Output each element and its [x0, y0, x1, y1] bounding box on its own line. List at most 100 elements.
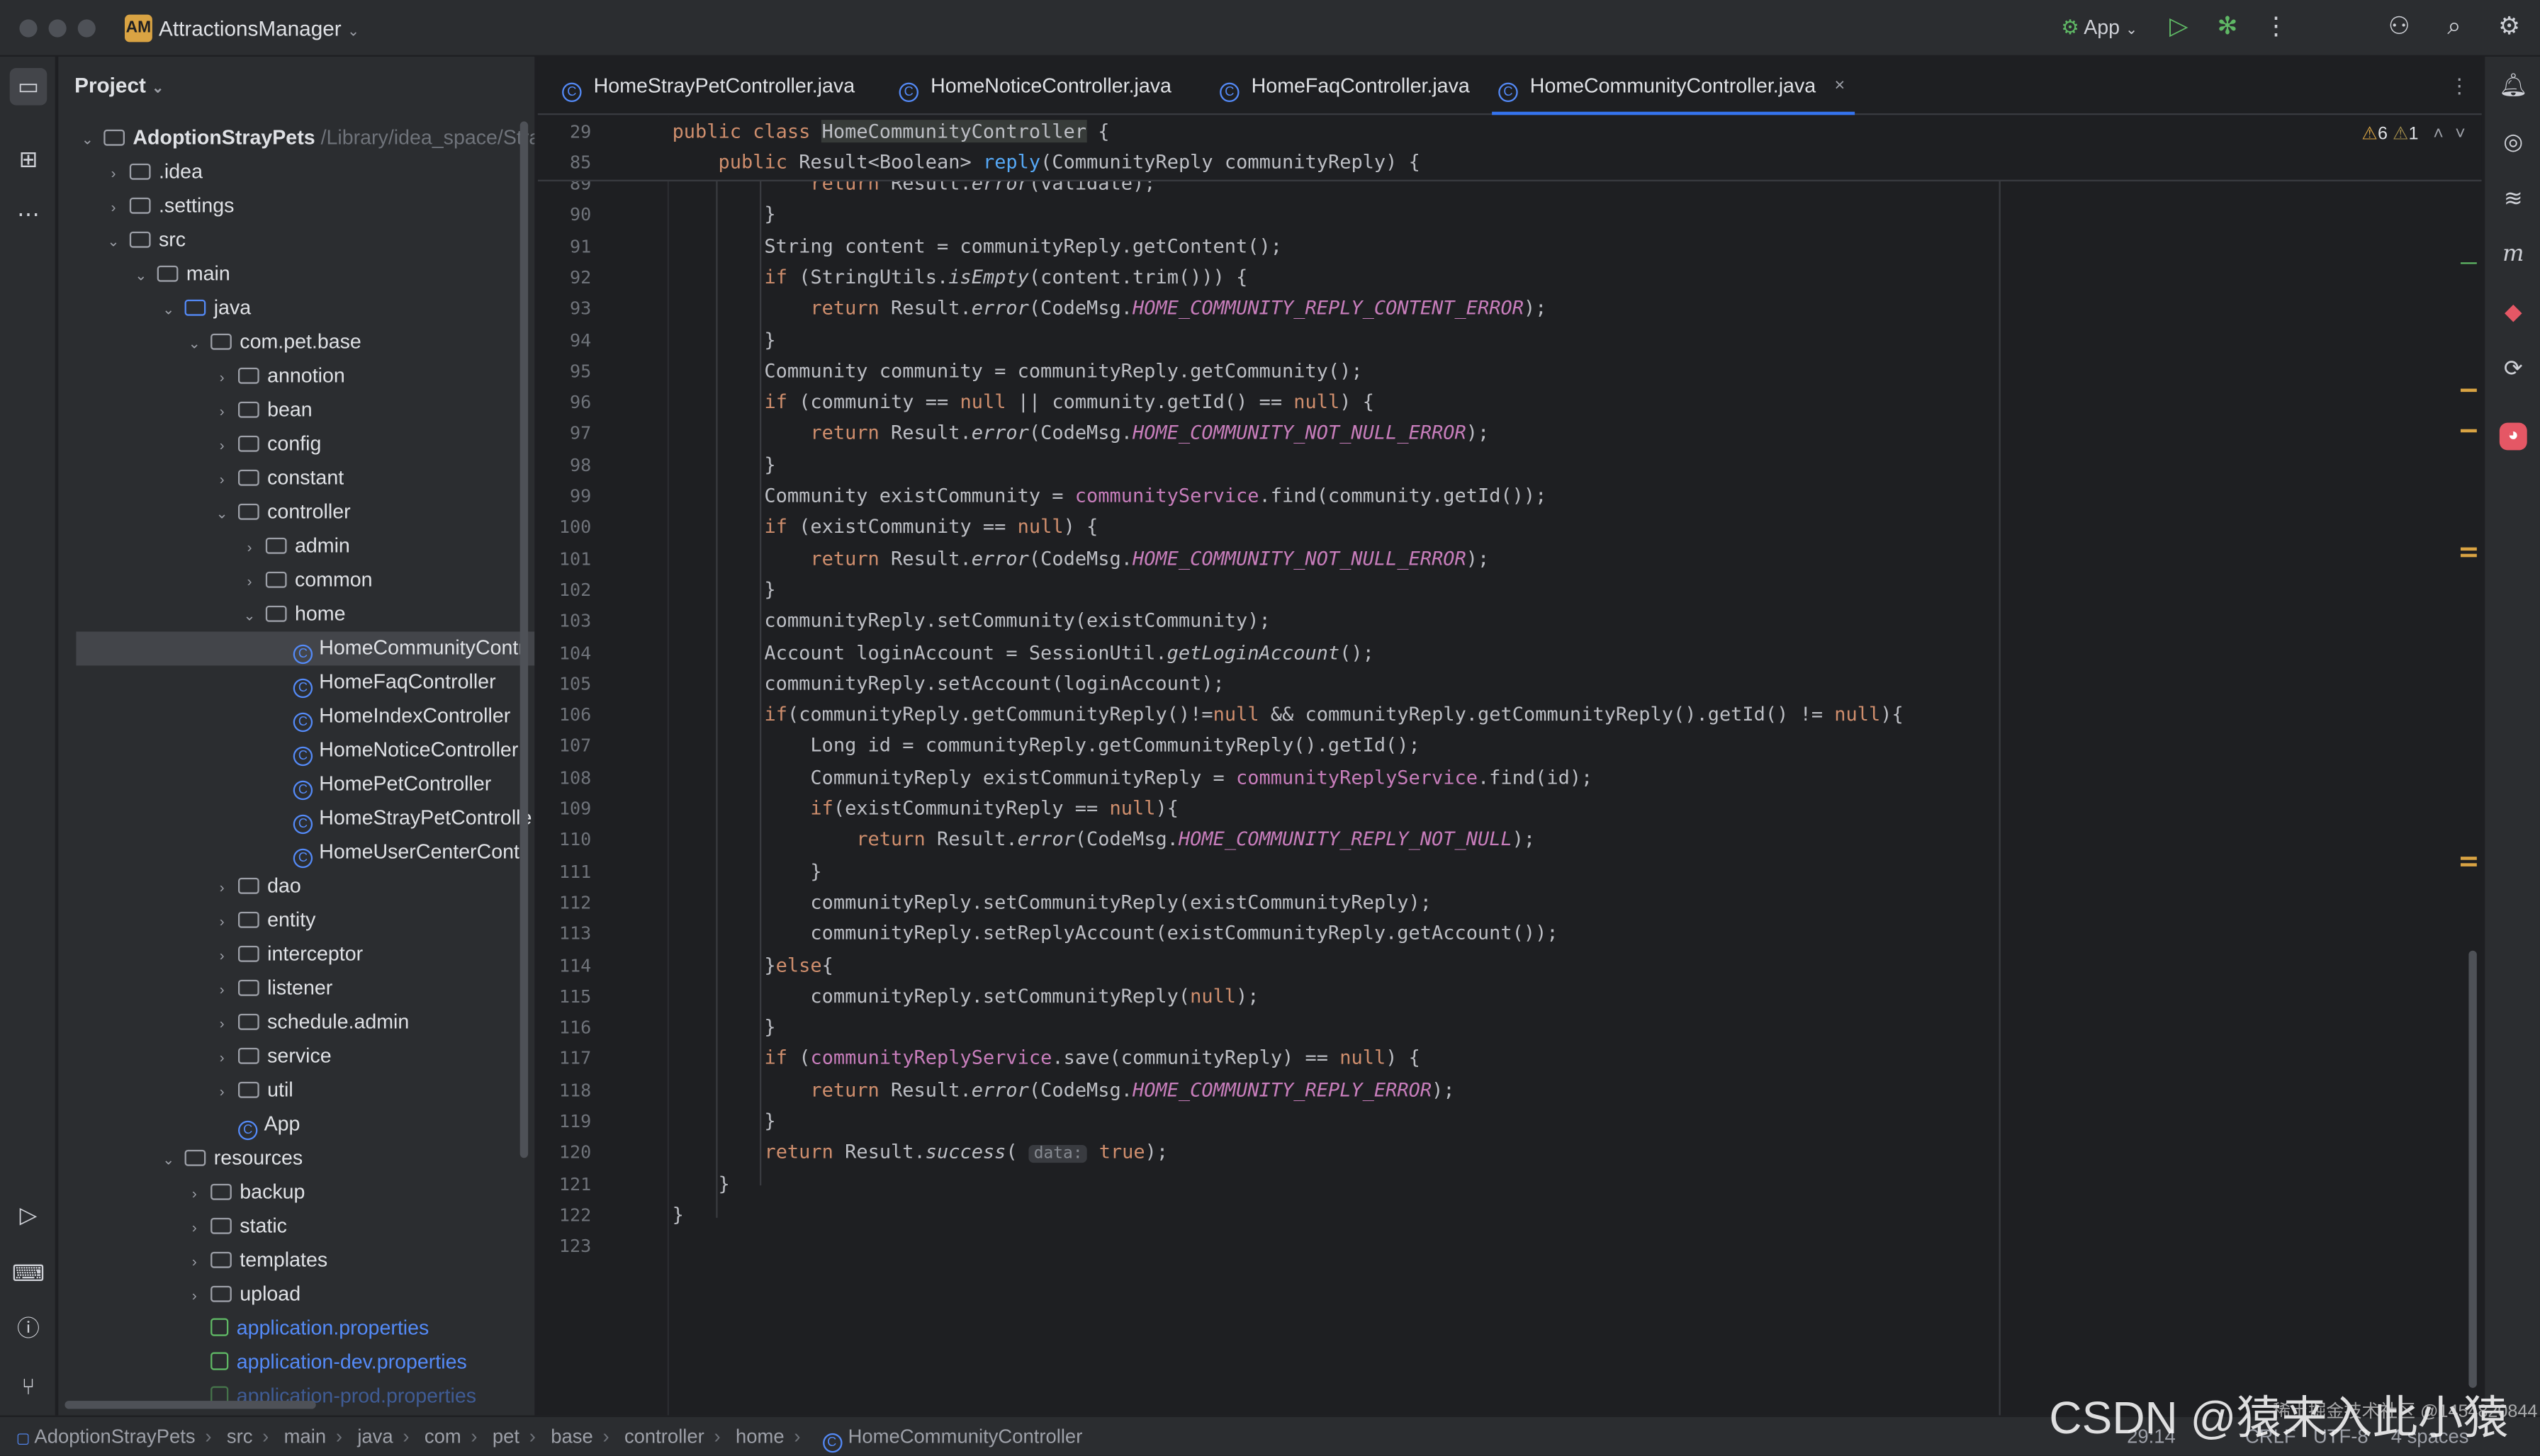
tree-item-static[interactable]: › static	[58, 1209, 534, 1243]
breadcrumb-item[interactable]: java	[357, 1425, 393, 1447]
tree-item-homefaqcontroller[interactable]: C HomeFaqController	[58, 665, 534, 699]
git-icon[interactable]: ⑂	[10, 1368, 47, 1406]
tree-item-upload[interactable]: › upload	[58, 1277, 534, 1311]
tree-item-controller[interactable]: ⌄ controller	[58, 495, 534, 529]
tree-item-backup[interactable]: › backup	[58, 1175, 534, 1209]
breadcrumb-item[interactable]: HomeCommunityController	[848, 1425, 1083, 1447]
tree-item-util[interactable]: › util	[58, 1073, 534, 1107]
tab-homestraypetcontroller[interactable]: C HomeStrayPetController.java	[556, 57, 855, 115]
warning-marker[interactable]	[2460, 553, 2477, 558]
tab-homenoticecontroller[interactable]: C HomeNoticeController.java	[892, 57, 1171, 115]
project-vertical-scrollbar[interactable]	[519, 121, 529, 1158]
tree-item-listener[interactable]: › listener	[58, 971, 534, 1005]
project-folder-icon[interactable]: ▭	[9, 67, 47, 106]
breadcrumb-item[interactable]: AdoptionStrayPets	[34, 1425, 195, 1447]
breadcrumb-item[interactable]: controller	[624, 1425, 704, 1447]
run-config-selector[interactable]: ⚙ App ⌄	[2051, 11, 2148, 44]
tree-item-home[interactable]: ⌄ home	[58, 597, 534, 631]
tree-item-java[interactable]: ⌄ java	[58, 291, 534, 325]
warning-marker[interactable]	[2460, 429, 2477, 433]
tab-options-icon[interactable]: ⋮	[2449, 57, 2470, 115]
folder-icon	[210, 1183, 232, 1200]
inspection-widget[interactable]: ⚠6 ⚠1 ˄ ˅	[2361, 123, 2465, 144]
tree-item-service[interactable]: › service	[58, 1039, 534, 1073]
tab-homefaqcontroller[interactable]: C HomeFaqController.java	[1213, 57, 1470, 115]
tree-item-dao[interactable]: › dao	[58, 869, 534, 903]
warning-marker[interactable]	[2460, 857, 2477, 860]
settings-icon[interactable]: ⚙	[2495, 11, 2524, 44]
editor-scrollbar[interactable]	[2468, 950, 2477, 1388]
chevron-down-icon: ⌄	[81, 131, 94, 147]
plugin-icon[interactable]: ◆	[2495, 293, 2532, 331]
code-review-icon[interactable]: ⟳	[2495, 350, 2532, 388]
tree-item-templates[interactable]: › templates	[58, 1243, 534, 1277]
search-icon[interactable]: ⌕	[2439, 11, 2468, 44]
change-marker[interactable]	[2460, 262, 2477, 264]
project-badge[interactable]: AM	[124, 14, 152, 43]
breadcrumb-item[interactable]: pet	[493, 1425, 519, 1447]
tree-item-package[interactable]: ⌄ com.pet.base	[58, 325, 534, 359]
tree-item-common[interactable]: › common	[58, 563, 534, 597]
project-horizontal-scrollbar[interactable]	[64, 1401, 316, 1409]
notifications-icon[interactable]: 🔔︎	[2495, 67, 2532, 104]
more-tools-icon[interactable]: ⋯	[10, 196, 47, 234]
tree-item-homeindexcontroller[interactable]: C HomeIndexController	[58, 699, 534, 733]
breadcrumb-item[interactable]: home	[736, 1425, 785, 1447]
tree-item-admin[interactable]: › admin	[58, 529, 534, 563]
close-window-button[interactable]	[19, 19, 38, 38]
tree-item-homeusercentercontroller[interactable]: C HomeUserCenterContr	[58, 835, 534, 869]
tree-item-homenoticecontroller[interactable]: C HomeNoticeController	[58, 733, 534, 767]
minimize-window-button[interactable]	[48, 19, 67, 38]
code-with-me-icon[interactable]: ⚇	[2385, 11, 2414, 44]
warning-marker[interactable]	[2460, 547, 2477, 551]
tree-item-settings[interactable]: › .settings	[58, 189, 534, 223]
problems-icon[interactable]: ⓘ	[10, 1310, 47, 1348]
tree-item-src[interactable]: ⌄ src	[58, 223, 534, 257]
close-tab-icon[interactable]: ×	[1835, 57, 1845, 115]
tree-item-main[interactable]: ⌄ main	[58, 257, 534, 291]
breadcrumb-item[interactable]: main	[284, 1425, 326, 1447]
tree-item-resources[interactable]: ⌄ resources	[58, 1141, 534, 1175]
project-switcher[interactable]: AttractionsManager ⌄	[159, 16, 359, 40]
tree-item-bean[interactable]: › bean	[58, 393, 534, 427]
chevron-right-icon: ›	[219, 403, 225, 419]
tree-item-application-dev-properties[interactable]: application-dev.properties	[58, 1345, 534, 1379]
tree-item-entity[interactable]: › entity	[58, 903, 534, 937]
breadcrumb-item[interactable]: base	[551, 1425, 592, 1447]
folder-icon	[129, 197, 151, 214]
tree-item-label: interceptor	[267, 942, 364, 966]
zoom-window-button[interactable]	[77, 19, 96, 38]
project-view-selector[interactable]: Project ⌄	[74, 73, 164, 97]
tree-item-homecommunitycontroller[interactable]: C HomeCommunityContr	[76, 631, 535, 666]
tree-item-homestraypetcontroller[interactable]: C HomeStrayPetControlle	[58, 801, 534, 835]
terminal-icon[interactable]: ⌨	[10, 1255, 47, 1292]
line-number: 118	[558, 1079, 592, 1101]
tree-item-constant[interactable]: › constant	[58, 461, 534, 495]
breadcrumb-item[interactable]: com	[425, 1425, 461, 1447]
tree-item-app[interactable]: C App	[58, 1107, 534, 1141]
tree-item-interceptor[interactable]: › interceptor	[58, 937, 534, 971]
structure-icon[interactable]: ⊞	[10, 141, 47, 179]
tree-item-application-properties[interactable]: application.properties	[58, 1311, 534, 1345]
code-line: return Result.error(CodeMsg.HOME_COMMUNI…	[810, 422, 1490, 445]
tree-root[interactable]: ⌄ AdoptionStrayPets /Library/idea_space/S…	[58, 121, 534, 155]
services-icon[interactable]: ▷	[10, 1197, 47, 1234]
line-number: 105	[558, 673, 592, 695]
warning-marker[interactable]	[2460, 863, 2477, 867]
code-editor[interactable]: 29 85 public class HomeCommunityControll…	[537, 116, 2482, 1416]
tree-item-schedule-admin[interactable]: › schedule.admin	[58, 1005, 534, 1039]
maven-icon[interactable]: m	[2495, 237, 2532, 274]
breadcrumb-item[interactable]: src	[227, 1425, 253, 1447]
more-actions-icon[interactable]: ⋮	[2261, 11, 2291, 44]
run-icon[interactable]: ▷	[2164, 11, 2193, 44]
database-icon[interactable]: ≋	[2495, 180, 2532, 218]
tree-item-idea[interactable]: › .idea	[58, 155, 534, 189]
debug-icon[interactable]: ✻	[2213, 11, 2242, 44]
tab-homecommunitycontroller[interactable]: C HomeCommunityController.java ×	[1492, 57, 1855, 115]
tree-item-config[interactable]: › config	[58, 427, 534, 461]
tree-item-homepetcontroller[interactable]: C HomePetController	[58, 767, 534, 801]
tree-item-annotion[interactable]: › annotion	[58, 359, 534, 393]
warning-marker[interactable]	[2460, 388, 2477, 393]
app-plugin-icon[interactable]: ◕	[2499, 422, 2527, 451]
ai-assistant-icon[interactable]: ◎	[2495, 123, 2532, 161]
